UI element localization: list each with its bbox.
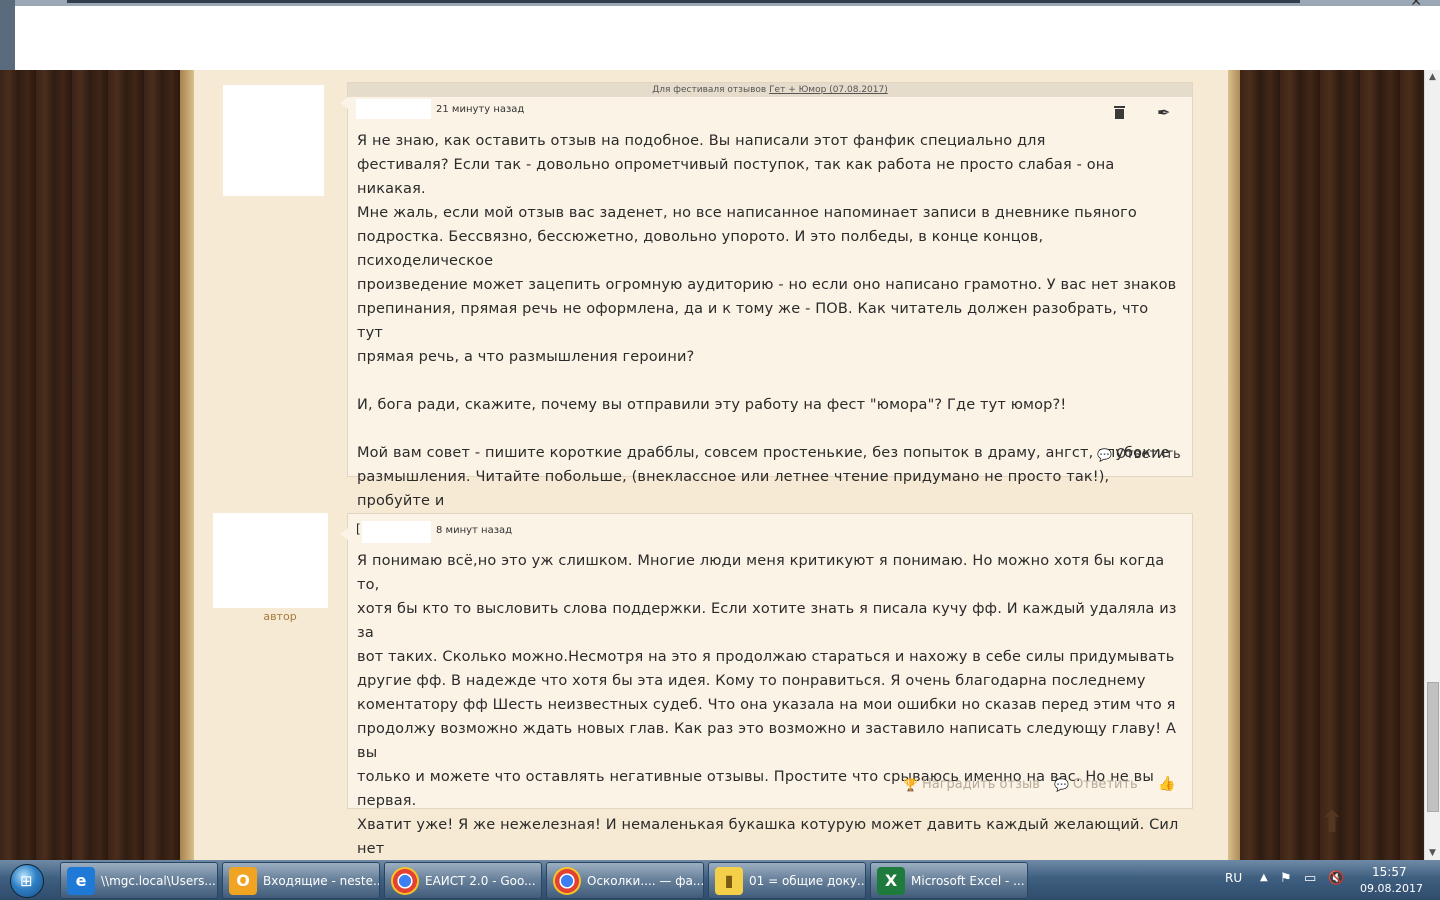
festival-prefix: Для фестиваля отзывов	[652, 85, 767, 95]
language-indicator[interactable]: RU	[1225, 871, 1242, 885]
wood-background-left	[0, 70, 180, 860]
comment-time: 8 минут назад	[436, 525, 513, 536]
taskbar-item-chrome-2[interactable]: Осколки.... — фа...	[546, 862, 704, 899]
taskbar-item-label: Входящие - neste...	[263, 873, 380, 888]
system-tray: RU ▲ ⚑ ▭ 🔇 15:57 09.08.2017	[1220, 860, 1440, 900]
reply-label: Ответить	[1072, 777, 1138, 792]
reply-icon: 💬	[1054, 777, 1069, 792]
clock-date[interactable]: 09.08.2017	[1360, 882, 1423, 895]
side-panel-edge	[0, 0, 15, 70]
scroll-to-top-icon[interactable]: ⬆	[1315, 806, 1349, 840]
taskbar-item-label: ЕАИСТ 2.0 - Goo...	[425, 873, 536, 888]
clock-time[interactable]: 15:57	[1372, 865, 1407, 879]
chrome-icon	[391, 866, 419, 895]
close-icon[interactable]: ✕	[1410, 0, 1422, 10]
browser-chrome-area: ✕	[0, 0, 1440, 70]
comment-text: Я понимаю всё,но это уж слишком. Многие …	[357, 553, 1179, 881]
name-prefix: [	[356, 522, 361, 536]
volume-muted-icon[interactable]: 🔇	[1328, 871, 1344, 886]
taskbar-item-folder[interactable]: ▮ 01 = общие доку...	[708, 862, 866, 899]
taskbar-item-label: Осколки.... — фа...	[587, 873, 704, 888]
page-frame-left	[180, 70, 194, 860]
folder-icon: ▮	[715, 866, 743, 895]
author-name[interactable]	[362, 521, 431, 543]
show-hidden-icons-icon[interactable]: ▲	[1260, 872, 1268, 883]
trash-icon[interactable]	[1114, 106, 1125, 119]
edit-pen-icon[interactable]: ✒	[1157, 103, 1170, 122]
scroll-up-arrow-icon[interactable]: ▲	[1429, 72, 1436, 82]
outlook-icon: O	[229, 866, 257, 895]
author-reply-comment: [ 8 минут назад Я понимаю всё,но это уж …	[340, 513, 1193, 881]
avatar[interactable]	[223, 85, 324, 196]
festival-link[interactable]: Гет + Юмор (07.08.2017)	[769, 85, 888, 95]
reply-icon: 💬	[1097, 447, 1112, 462]
windows-taskbar: ⊞ e \\mgc.local\Users... O Входящие - ne…	[0, 860, 1440, 900]
chrome-icon	[553, 866, 581, 895]
network-icon[interactable]: ▭	[1304, 871, 1316, 886]
ie-icon: e	[67, 866, 95, 895]
taskbar-item-excel[interactable]: X Microsoft Excel - ...	[870, 862, 1028, 899]
taskbar-item-label: 01 = общие доку...	[749, 873, 866, 888]
window-title-strip	[15, 0, 1440, 6]
avatar[interactable]	[213, 513, 328, 608]
taskbar-item-chrome-1[interactable]: ЕАИСТ 2.0 - Goo...	[384, 862, 542, 899]
reward-review-button[interactable]: 🏆 Наградить отзыв	[903, 777, 1040, 792]
vertical-scrollbar[interactable]: ▲ ▼	[1424, 70, 1440, 860]
wood-background-right	[1240, 70, 1424, 860]
taskbar-item-label: \\mgc.local\Users...	[101, 873, 216, 888]
review-comment: Для фестиваля отзывов Гет + Юмор (07.08.…	[340, 82, 1193, 533]
comment-text: Я не знаю, как оставить отзыв на подобно…	[357, 133, 1177, 533]
reply-button[interactable]: 💬 Ответить	[1054, 777, 1138, 792]
author-name[interactable]	[356, 99, 431, 119]
taskbar-item-explorer[interactable]: e \\mgc.local\Users...	[60, 862, 218, 899]
excel-icon: X	[877, 866, 905, 895]
thumbs-up-icon[interactable]: 👍	[1158, 776, 1175, 792]
taskbar-item-label: Microsoft Excel - ...	[911, 873, 1025, 888]
scroll-down-arrow-icon[interactable]: ▼	[1429, 848, 1436, 858]
reply-button[interactable]: 💬 Ответить	[1097, 447, 1181, 462]
reply-label: Ответить	[1115, 447, 1181, 462]
author-badge: автор	[263, 610, 297, 623]
scrollbar-thumb[interactable]	[1427, 682, 1439, 812]
trophy-icon: 🏆	[903, 777, 918, 792]
start-button[interactable]: ⊞	[2, 861, 52, 899]
festival-bar: Для фестиваля отзывов Гет + Юмор (07.08.…	[348, 83, 1192, 97]
windows-logo-icon: ⊞	[20, 872, 33, 890]
taskbar-item-outlook[interactable]: O Входящие - neste...	[222, 862, 380, 899]
reward-label: Наградить отзыв	[921, 777, 1040, 792]
action-center-flag-icon[interactable]: ⚑	[1280, 871, 1292, 886]
comment-time: 21 минуту назад	[436, 104, 525, 115]
